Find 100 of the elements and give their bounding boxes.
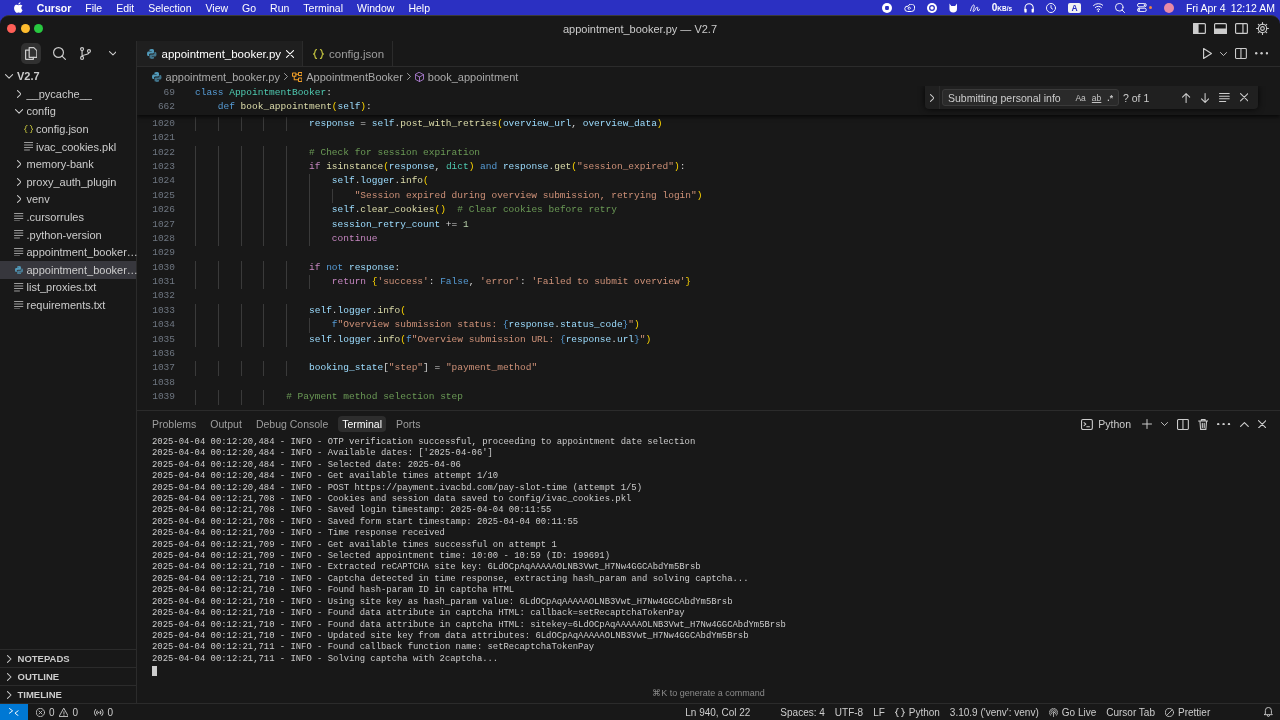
source-control-icon[interactable] [80,47,92,60]
plus-icon[interactable] [1142,419,1152,429]
tree-item[interactable]: .python-version [0,225,105,244]
panel-tab[interactable]: Problems [148,416,201,432]
breadcrumb-item[interactable]: AppointmentBooker [291,70,403,83]
breadcrumb-item[interactable]: appointment_booker.py [152,70,280,83]
chevron-up-icon[interactable] [1239,421,1249,427]
tree-item[interactable]: config.json [0,120,92,138]
line-number: 1031 [151,275,175,290]
tree-item[interactable]: V2.7 [0,67,43,86]
terminal-profile-button[interactable]: Python [1081,418,1131,430]
sidebar-layout-icon[interactable] [1193,23,1207,34]
settings-icon[interactable] [1256,22,1269,35]
status-item[interactable]: 3.10.9 ('venv': venv) [949,706,1039,718]
find-option[interactable]: ab [1089,91,1104,104]
tree-item[interactable]: ivac_cookies.pkl [0,137,120,156]
status-item[interactable]: Python [894,706,940,718]
section-header[interactable]: OUTLINE [0,667,136,685]
status-item[interactable]: LF [873,706,885,718]
find-option[interactable]: Aa [1073,91,1088,104]
run-icon[interactable] [1202,48,1212,59]
window-zoom-icon[interactable] [34,24,43,33]
remote-icon [9,708,19,716]
chevron-right-icon[interactable] [929,93,935,102]
arrow-up-icon[interactable] [1182,92,1191,103]
ports-status[interactable]: 0 [94,706,114,718]
terminal-line: 2025-04-04 00:12:21,709 - INFO - Get available times successful on attempt 1 [152,539,557,551]
trash-icon[interactable] [1197,418,1209,430]
code-line: f"Overview submission status: {response.status_code}") [331,318,640,333]
menu-bar-item[interactable]: Selection [148,1,192,14]
squiggle-icon[interactable] [969,3,980,12]
panel-layout-icon[interactable] [1214,23,1228,34]
split-editor-icon[interactable] [1234,48,1247,59]
panel-tab[interactable]: Ports [391,416,425,432]
tree-item[interactable]: venv [0,190,53,209]
breadcrumb-item[interactable]: book_appointment [414,70,519,83]
editor-tab[interactable]: config.json [303,41,394,66]
split-layout-icon[interactable] [1235,23,1248,34]
window-close-icon[interactable] [7,24,16,33]
status-item[interactable]: Go Live [1048,706,1097,718]
find-field[interactable]: Submitting personal info Aa ab .* [942,89,1119,106]
time-text[interactable]: 12:12 AM [1230,1,1275,14]
menu-bar-item[interactable]: Cursor [36,1,72,14]
panel-tab[interactable]: Debug Console [251,416,333,432]
tree-item[interactable]: .cursorrules [0,208,87,226]
menu-bar-item[interactable]: Go [242,1,257,14]
tree-item[interactable]: list_proxies.txt [0,278,100,297]
more-icon[interactable] [1254,52,1268,55]
cat-icon[interactable] [949,2,958,13]
status-item[interactable]: Spaces: 4 [780,706,825,718]
tree-item[interactable]: requirements.txt [0,296,109,314]
split-terminal-icon[interactable] [1177,418,1189,430]
circle-logo-icon[interactable] [927,2,938,13]
find-option[interactable]: .* [1105,91,1115,104]
record-icon[interactable] [882,2,893,13]
window-minimize-icon[interactable] [20,24,30,33]
headphones-icon[interactable] [1024,2,1035,13]
cloud-icon[interactable] [904,3,916,12]
menu-bar-item[interactable]: View [205,1,229,14]
menu-bar-item[interactable]: File [85,1,103,14]
avatar-icon[interactable] [1163,2,1174,13]
toggles-icon[interactable] [1137,3,1147,12]
lines-icon [14,212,24,222]
menu-bar-item[interactable]: Window [357,1,395,14]
tree-item[interactable]: memory-bank [0,155,97,174]
lines-icon[interactable] [1218,93,1230,102]
date-text[interactable]: Fri Apr 4 [1185,1,1226,14]
tree-item[interactable]: appointment_booker… [0,261,136,279]
status-item[interactable]: UTF-8 [834,706,864,718]
apple-icon[interactable] [14,2,23,13]
tree-item[interactable]: config [0,102,59,121]
panel-tab[interactable]: Terminal [338,416,386,432]
wifi-icon[interactable] [1092,3,1104,12]
menu-bar-item[interactable]: Edit [116,1,135,14]
close-icon[interactable] [1239,93,1248,102]
panel-tab[interactable]: Output [206,416,246,432]
more-icon[interactable] [1217,422,1231,426]
editor-tab[interactable]: appointment_booker.py [137,41,304,66]
status-item[interactable]: Ln 940, Col 22 [685,706,751,718]
tree-item[interactable]: __pycache__ [0,85,95,103]
arrow-down-icon[interactable] [1200,92,1209,103]
search-icon[interactable] [1115,2,1126,13]
chevron-down-icon[interactable] [1161,422,1169,426]
input-source-indicator[interactable]: A [1068,2,1081,13]
menu-bar-item[interactable]: Run [270,1,290,14]
section-header[interactable]: NOTEPADS [0,649,136,667]
chevron-down-icon[interactable] [108,51,117,56]
problems-status[interactable]: 0 0 [36,706,78,718]
tree-item[interactable]: proxy_auth_plugin [0,173,120,191]
files-icon[interactable] [21,43,42,64]
chevron-down-icon[interactable] [1219,51,1227,56]
bell-icon[interactable] [1264,707,1273,717]
menu-bar-item[interactable]: Terminal [303,1,344,14]
search-icon[interactable] [53,47,67,60]
close-icon[interactable] [1257,419,1266,429]
clock-icon[interactable] [1046,2,1057,13]
status-item[interactable]: Cursor Tab [1106,706,1155,718]
tree-item[interactable]: appointment_booker… [0,243,141,262]
status-item[interactable]: Prettier [1165,706,1211,718]
menu-bar-item[interactable]: Help [408,1,430,14]
